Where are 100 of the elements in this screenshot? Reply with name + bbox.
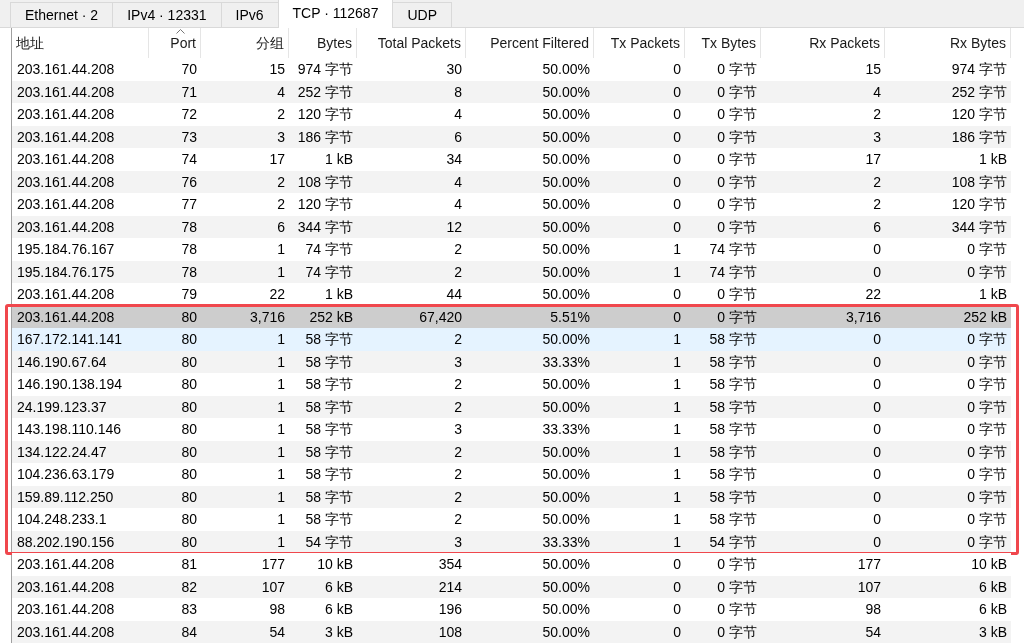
table-cell-text: 0: [872, 240, 882, 259]
table-row[interactable]: 134.122.24.47 80 1 58 字节 2 50.00% 1 58 字节 0 0 字节: [12, 440, 1011, 463]
table-cell-text: 0: [872, 465, 882, 484]
table-cell-text: 10 kB: [316, 555, 354, 574]
table-cell-text: 1: [276, 352, 286, 372]
table-cell-text: 4: [276, 82, 286, 102]
table-row[interactable]: 203.161.44.208 73 3 186 字节 6 50.00% 0 0 字节 3 186 字节: [12, 125, 1011, 148]
table-cell-text: 2: [453, 397, 463, 417]
table-cell-text: 74 字节: [304, 262, 354, 282]
table-cell-text: 0: [872, 397, 882, 417]
table-cell-text: 4: [453, 105, 463, 124]
table-cell-text: 104.248.233.1: [16, 510, 108, 529]
table-cell-text: 108 字节: [950, 172, 1008, 192]
table-cell-text: 0: [672, 60, 682, 79]
table-cell-text: 3,716: [844, 307, 882, 327]
table-cell-text: 30: [445, 60, 463, 79]
table-row[interactable]: 24.199.123.37 80 1 58 字节 2 50.00% 1 58 字节 0 0 字节: [12, 395, 1011, 418]
table-cell-text: 203.161.44.208: [16, 600, 116, 619]
table-cell-text: 0 字节: [716, 105, 758, 124]
table-row[interactable]: 203.161.44.208 78 6 344 字节 12 50.00% 0 0 字节 6 344 字节: [12, 215, 1011, 238]
table-cell-text: 0 字节: [966, 262, 1008, 282]
table-cell-text: 80: [180, 487, 198, 507]
table-cell-text: 80: [180, 352, 198, 372]
tab[interactable]: TCP · 112687: [277, 0, 394, 28]
table-cell-text: 50.00%: [541, 150, 591, 169]
table-cell-text: 1: [672, 532, 682, 552]
table-cell-text: 54: [268, 622, 286, 642]
table-cell-text: 0: [872, 532, 882, 552]
table-row[interactable]: 159.89.112.250 80 1 58 字节 2 50.00% 1 58 字节 0 0 字节: [12, 485, 1011, 508]
table-cell-text: 12: [445, 217, 463, 237]
table-cell-text: 3 kB: [324, 622, 354, 642]
table-cell-text: 0 字节: [716, 195, 758, 214]
tab[interactable]: UDP: [392, 2, 452, 27]
table-cell-text: 1: [672, 397, 682, 417]
table-cell-text: 58 字节: [304, 510, 354, 529]
table-row[interactable]: 195.184.76.175 78 1 74 字节 2 50.00% 1 74 字节 0 0 字节: [12, 260, 1011, 283]
table-cell-text: 6 kB: [978, 600, 1008, 619]
table-cell-text: 0 字节: [966, 510, 1008, 529]
table-cell-text: 203.161.44.208: [16, 195, 116, 214]
table-cell-text: 2: [276, 105, 286, 124]
table-cell-text: 50.00%: [541, 217, 591, 237]
table-cell-text: 0: [872, 352, 882, 372]
table-row[interactable]: 167.172.141.141 80 1 58 字节 2 50.00% 1 58 字节 0 0 字节: [12, 328, 1011, 351]
table-cell-text: 50.00%: [541, 127, 591, 147]
table-cell-text: 146.190.67.64: [16, 352, 108, 372]
table-cell-text: 58 字节: [708, 330, 758, 349]
table-cell-text: 58 字节: [708, 397, 758, 417]
table-cell-text: 104.236.63.179: [16, 465, 116, 484]
table-cell-text: 0: [672, 555, 682, 574]
table-cell-text: 1: [276, 487, 286, 507]
table-cell-text: 73: [180, 127, 198, 147]
table-cell-text: 54 字节: [708, 532, 758, 552]
table-cell-text: 252 kB: [308, 307, 354, 327]
table-cell-text: 8: [453, 82, 463, 102]
table-cell-text: 120 字节: [296, 105, 354, 124]
table-cell-text: 159.89.112.250: [16, 487, 115, 507]
table-row[interactable]: 203.161.44.208 71 4 252 字节 8 50.00% 0 0 字节 4 252 字节: [12, 80, 1011, 103]
table-cell-text: 80: [180, 330, 198, 349]
table-cell-text: 2: [453, 240, 463, 259]
table-cell-text: 203.161.44.208: [16, 577, 116, 597]
table-cell-text: 134.122.24.47: [16, 442, 108, 462]
table-cell-text: 1 kB: [324, 285, 354, 304]
table-cell-text: 1: [276, 330, 286, 349]
table-cell-text: 5.51%: [549, 307, 591, 327]
table-cell-text: 2: [872, 195, 882, 214]
table-cell-text: 2: [276, 172, 286, 192]
tab[interactable]: Ethernet · 2: [10, 2, 114, 27]
table-cell-text: 77: [180, 195, 198, 214]
table-cell-text: 1: [672, 330, 682, 349]
table-cell-text: 6 kB: [978, 577, 1008, 597]
table-cell-text: 78: [180, 240, 198, 259]
table-cell-text: 1: [672, 465, 682, 484]
table-row[interactable]: 203.161.44.208 84 54 3 kB 108 50.00% 0 0 字节 54 3 kB: [12, 620, 1011, 643]
table-row[interactable]: 203.161.44.208 76 2 108 字节 4 50.00% 0 0 字节 2 108 字节: [12, 170, 1011, 193]
table-cell-text: 1: [276, 240, 286, 259]
table-cell-text: 177: [260, 555, 286, 574]
table-row[interactable]: 203.161.44.208 80 3,716 252 kB 67,420 5.51% 0 0 字节 3,716 252 kB: [12, 305, 1011, 328]
table-cell-text: 0: [872, 375, 882, 394]
table-cell-text: 3: [453, 420, 463, 439]
table-cell-text: 1 kB: [978, 285, 1008, 304]
table-row[interactable]: 146.190.67.64 80 1 58 字节 3 33.33% 1 58 字节 0 0 字节: [12, 350, 1011, 373]
table-cell-text: 0: [672, 105, 682, 124]
table-row[interactable]: 203.161.44.208 82 107 6 kB 214 50.00% 0 0 字节 107 6 kB: [12, 575, 1011, 598]
table-cell-text: 120 字节: [950, 195, 1008, 214]
table-cell-text: 82: [180, 577, 198, 597]
table-cell-text: 6: [276, 217, 286, 237]
table-cell-text: 0 字节: [716, 285, 758, 304]
table-cell-text: 22: [864, 285, 882, 304]
table-cell-text: 44: [445, 285, 463, 304]
table-cell-text: 80: [180, 465, 198, 484]
table-cell-text: 50.00%: [541, 465, 591, 484]
table-cell-text: 6: [872, 217, 882, 237]
table-cell-text: 0 字节: [716, 60, 758, 79]
table-cell-text: 146.190.138.194: [16, 375, 124, 394]
table-cell-text: 186 字节: [296, 127, 354, 147]
table-cell-text: 80: [180, 532, 198, 552]
table-cell-text: 74 字节: [304, 240, 354, 259]
table-cell-text: 0: [872, 487, 882, 507]
table-cell-text: 0: [872, 510, 882, 529]
table-cell-text: 0 字节: [716, 82, 758, 102]
